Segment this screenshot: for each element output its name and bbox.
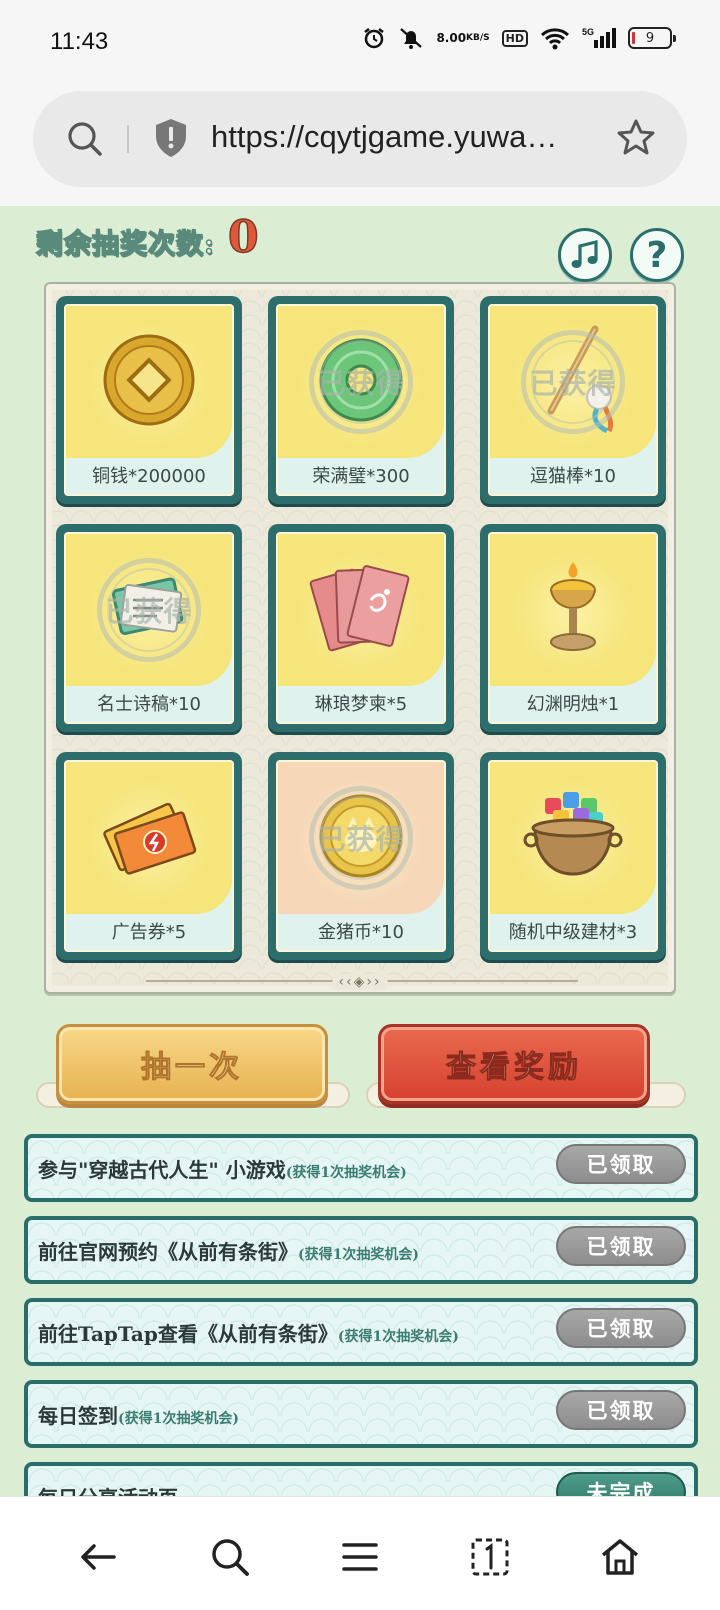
network-speed: 8.00 KB/S [436, 31, 490, 45]
prize-tile-candle: 幻渊明烛*1 [480, 524, 666, 732]
task-text: 前往官网预约《从前有条街》(获得1次抽奖机会) [38, 1240, 419, 1264]
task-text: 参与"穿越古代人生" 小游戏(获得1次抽奖机会) [38, 1158, 407, 1182]
task-note: (获得1次抽奖机会) [298, 1247, 419, 1263]
back-arrow-icon [81, 1544, 116, 1570]
task-row: 参与"穿越古代人生" 小游戏(获得1次抽奖机会) 已领取 [24, 1134, 698, 1202]
task-row: 前往官网预约《从前有条街》(获得1次抽奖机会) 已领取 [24, 1216, 698, 1284]
question-mark-icon: ? [646, 234, 668, 276]
status-icons: 8.00 KB/S HD 5G 9 [362, 26, 676, 50]
prize-label: 铜钱*200000 [92, 466, 206, 487]
ad-ticket-icon [97, 792, 201, 884]
tabs-count-icon [471, 1538, 509, 1576]
alarm-icon [362, 26, 386, 50]
shield-icon[interactable] [153, 117, 189, 163]
view-rewards-button[interactable]: 查看奖励 [378, 1024, 650, 1104]
prize-label: 幻渊明烛*1 [526, 694, 620, 715]
task-text: 每日分享活动页 [38, 1482, 178, 1496]
bookmark-star-icon[interactable] [615, 117, 657, 163]
home-icon [601, 1539, 639, 1575]
tabs-button[interactable] [464, 1531, 516, 1583]
hd-badge: HD [501, 29, 528, 47]
signal-label: 5G [582, 27, 594, 37]
copper-coin-icon [101, 332, 197, 432]
prize-tile-dream-letters: 琳琅梦柬*5 [268, 524, 454, 732]
remaining-draws-label: 剩余抽奖次数: [35, 228, 215, 261]
claimed-stamp: 已获得 [97, 558, 201, 662]
prize-tile-copper-coins: 铜钱*200000 [56, 296, 242, 504]
prize-label: 荣满璧*300 [312, 466, 410, 487]
claimed-stamp: 已获得 [309, 786, 413, 890]
help-button[interactable]: ? [630, 228, 684, 282]
prize-board: ‹‹◈›› 铜钱*200000 已获得 荣满璧*300 已获得 逗猫棒*10 已… [44, 282, 676, 994]
task-note: (获得1次抽奖机会) [118, 1411, 239, 1427]
back-button[interactable] [72, 1531, 124, 1583]
prize-label: 名士诗稿*10 [97, 694, 201, 715]
material-pot-icon [523, 788, 623, 888]
prize-tile-material-pot: 随机中级建材*3 [480, 752, 666, 960]
url-text[interactable]: https://cqytjgame.yuwa… [211, 119, 581, 155]
address-separator [127, 125, 129, 153]
muted-bell-icon [398, 26, 424, 50]
prize-tile-jade-disc: 已获得 荣满璧*300 [268, 296, 454, 504]
dream-letters-icon [309, 556, 413, 664]
task-row: 每日签到(获得1次抽奖机会) 已领取 [24, 1380, 698, 1448]
claimed-button[interactable]: 已领取 [556, 1390, 686, 1430]
task-text: 每日签到(获得1次抽奖机会) [38, 1404, 239, 1428]
music-note-icon [571, 239, 598, 268]
prize-label: 琳琅梦柬*5 [314, 694, 408, 715]
hamburger-menu-icon [342, 1543, 378, 1571]
battery-indicator: 9 [628, 27, 676, 49]
board-ornament: ‹‹◈›› [332, 974, 388, 990]
prize-label: 随机中级建材*3 [508, 922, 638, 943]
claimed-stamp: 已获得 [309, 330, 413, 434]
prize-label: 广告券*5 [111, 922, 187, 943]
candle-icon [533, 558, 613, 662]
task-note: (获得1次抽奖机会) [337, 1329, 459, 1345]
task-row: 前往TapTap查看《从前有条街》(获得1次抽奖机会) 已领取 [24, 1298, 698, 1366]
prize-tile-cat-teaser: 已获得 逗猫棒*10 [480, 296, 666, 504]
remaining-draws-count: 0 [227, 211, 259, 264]
game-area: 剩余抽奖次数: 0 ? ‹‹◈›› 铜钱*200000 已获得 荣满璧*300 … [0, 206, 720, 1496]
wifi-icon [540, 26, 570, 50]
search-icon [212, 1539, 249, 1576]
claimed-stamp: 已获得 [521, 330, 625, 434]
claimed-button[interactable]: 已领取 [556, 1308, 686, 1348]
menu-button[interactable] [334, 1531, 386, 1583]
status-bar: 11:43 8.00 KB/S HD 5G 9 [0, 0, 720, 86]
draw-once-button[interactable]: 抽一次 [56, 1024, 328, 1104]
prize-tile-ad-ticket: 广告券*5 [56, 752, 242, 960]
claimed-button[interactable]: 已领取 [556, 1144, 686, 1184]
incomplete-button[interactable]: 未完成 [556, 1472, 686, 1496]
task-row: 每日分享活动页 未完成 [24, 1462, 698, 1496]
prize-label: 逗猫棒*10 [530, 466, 616, 487]
task-note: (获得1次抽奖机会) [285, 1165, 407, 1181]
cellular-signal-icon: 5G [582, 26, 616, 50]
search-button[interactable] [204, 1531, 256, 1583]
task-text: 前往TapTap查看《从前有条街》(获得1次抽奖机会) [38, 1322, 459, 1346]
prize-tile-poetry-scroll: 已获得 名士诗稿*10 [56, 524, 242, 732]
browser-bottom-nav [0, 1496, 720, 1610]
claimed-button[interactable]: 已领取 [556, 1226, 686, 1266]
prize-label: 金猪币*10 [318, 922, 404, 943]
home-button[interactable] [594, 1531, 646, 1583]
browser-toolbar: https://cqytjgame.yuwa… [0, 86, 720, 206]
address-bar[interactable]: https://cqytjgame.yuwa… [33, 91, 687, 187]
status-time: 11:43 [50, 28, 109, 55]
prize-tile-gold-pig-coin: 已获得 金猪币*10 [268, 752, 454, 960]
music-button[interactable] [558, 228, 612, 282]
search-icon[interactable] [65, 119, 105, 163]
